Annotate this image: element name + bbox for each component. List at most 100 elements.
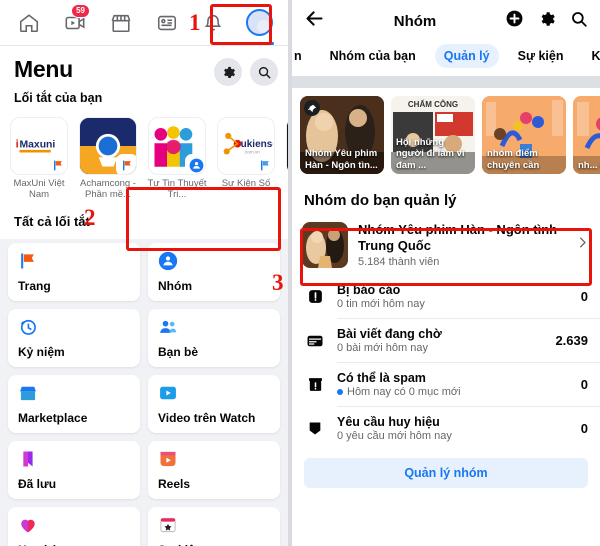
menu-tile-grid: Trang Nhóm Kỷ niệm Bạn bè Marketplace Vi…	[0, 239, 288, 546]
page-title: Nhóm	[393, 12, 437, 30]
nav-home-icon[interactable]	[6, 0, 52, 46]
stat-subtitle: 0 bài mới hôm nay	[337, 342, 544, 354]
tab-nhom-cua-ban[interactable]: Nhóm của bạn	[321, 44, 425, 68]
heart-icon	[21, 519, 35, 533]
stat-row-bai-viet-dang-cho[interactable]: Bài viết đang chờ 0 bài mới hôm nay 2.63…	[292, 319, 600, 362]
shortcut-item[interactable]: Achamcong - Phần mề...	[77, 117, 139, 200]
left-phone-screen: 59 Menu Lối tắt của bạn i Maxuni MaxUni …	[0, 0, 288, 546]
svg-text:Maxuni: Maxuni	[20, 139, 56, 150]
chevron-right-icon[interactable]	[575, 235, 590, 255]
shortcut-thumbnail	[286, 117, 288, 175]
shortcut-label: Cộng đ... Marketi...	[284, 178, 288, 200]
stat-subtitle-text: 0 yêu cầu mới hôm nay	[337, 430, 452, 442]
tile-marketplace[interactable]: Marketplace	[8, 375, 140, 433]
tile-trang[interactable]: Trang	[8, 243, 140, 301]
screenshot-root: 59 Menu Lối tắt của bạn i Maxuni MaxUni …	[0, 0, 600, 546]
group-card-title: Hội những người đi làm vì đam ...	[396, 136, 465, 171]
stat-value: 0	[580, 377, 588, 392]
stat-value: 0	[580, 421, 588, 436]
add-group-icon[interactable]	[505, 9, 524, 33]
video-badge-count: 59	[71, 3, 90, 18]
group-card-title: Nhóm Yêu phim Hàn - Ngôn tìn...	[305, 148, 378, 171]
back-arrow-icon[interactable]	[304, 8, 325, 34]
stat-row-bi-bao-cao[interactable]: Bị báo cáo 0 tin mới hôm nay 0	[292, 275, 600, 318]
section-divider	[292, 76, 600, 88]
group-card[interactable]: Nhóm Yêu phim Hàn - Ngôn tìn...	[300, 96, 384, 174]
clock-icon	[20, 319, 36, 335]
tab-partial[interactable]: n	[294, 44, 311, 68]
stat-subtitle: 0 yêu cầu mới hôm nay	[337, 430, 570, 442]
stat-subtitle-text: 0 bài mới hôm nay	[337, 342, 428, 354]
group-cards-carousel[interactable]: Nhóm Yêu phim Hàn - Ngôn tìn... CHẤM CÔN…	[292, 88, 600, 184]
tab-su-kien[interactable]: Sự kiện	[509, 44, 573, 68]
stat-row-co-the-la-spam[interactable]: Có thể là spam Hôm nay có 0 mục mới 0	[292, 363, 600, 406]
page-flag-badge-icon	[254, 154, 274, 174]
tile-hen-ho[interactable]: Hẹn hò	[8, 507, 140, 546]
shortcuts-list[interactable]: i Maxuni MaxUni Việt Nam Achamcong - Phầ…	[0, 113, 288, 208]
tile-reels[interactable]: Reels	[148, 441, 280, 499]
tile-label: Bạn bè	[158, 345, 199, 359]
stat-subtitle: 0 tin mới hôm nay	[337, 298, 570, 310]
tile-su-kien[interactable]: Sự kiện	[148, 507, 280, 546]
tile-nhom[interactable]: Nhóm	[148, 243, 280, 301]
pin-icon	[304, 100, 320, 116]
shortcut-item[interactable]: i Maxuni MaxUni Việt Nam	[8, 117, 70, 200]
stat-subtitle: Hôm nay có 0 mục mới	[337, 386, 570, 398]
settings-button[interactable]	[214, 58, 242, 86]
shortcut-item[interactable]: Tự Tin Thuyết Tri...	[146, 117, 208, 200]
store-icon	[20, 386, 36, 401]
bookmark-icon	[23, 451, 33, 467]
flag-icon	[21, 253, 34, 269]
managed-group-row[interactable]: Nhóm Yêu phim Hàn - Ngôn tình Trung Quốc…	[292, 215, 600, 275]
group-card[interactable]: nhóm điểm chuyên cần	[482, 96, 566, 174]
nav-news-icon[interactable]	[144, 0, 190, 46]
tab-kham-pha[interactable]: Khám p	[582, 44, 600, 68]
group-card[interactable]: nh... ch...	[573, 96, 600, 174]
badge-request-icon	[304, 420, 326, 437]
tile-ban-be[interactable]: Bạn bè	[148, 309, 280, 367]
stat-text: Bài viết đang chờ 0 bài mới hôm nay	[337, 327, 544, 354]
shortcut-item[interactable]: Cộng đ... Marketi...	[284, 117, 288, 200]
tile-da-luu[interactable]: Đã lưu	[8, 441, 140, 499]
managed-group-info: Nhóm Yêu phim Hàn - Ngôn tình Trung Quốc…	[358, 222, 565, 268]
stat-text: Bị báo cáo 0 tin mới hôm nay	[337, 283, 570, 310]
search-button[interactable]	[250, 58, 278, 86]
stat-subtitle-text: Hôm nay có 0 mục mới	[347, 386, 461, 398]
page-flag-badge-icon	[47, 154, 67, 174]
tile-label: Trang	[18, 279, 51, 293]
nav-marketplace-icon[interactable]	[98, 0, 144, 46]
shortcuts-subtitle: Lối tắt của bạn	[14, 91, 103, 105]
search-icon[interactable]	[570, 10, 588, 33]
group-member-count: 5.184 thành viên	[358, 256, 440, 268]
tile-ky-niem[interactable]: Kỷ niệm	[8, 309, 140, 367]
reels-icon	[160, 451, 176, 467]
gear-icon[interactable]	[538, 10, 556, 33]
svg-text:ukienso: ukienso	[241, 139, 273, 150]
facebook-top-navbar: 59	[0, 0, 288, 46]
tile-label: Reels	[158, 477, 191, 491]
stat-row-yeu-cau-huy-hieu[interactable]: Yêu cầu huy hiệu 0 yêu cầu mới hôm nay 0	[292, 407, 600, 450]
nav-video-icon[interactable]: 59	[52, 0, 98, 46]
menu-header-buttons	[214, 58, 278, 86]
tile-video-watch[interactable]: Video trên Watch	[148, 375, 280, 433]
tile-label: Nhóm	[158, 279, 192, 293]
group-card[interactable]: CHẤM CÔNG Hội những người đi làm vì đam …	[391, 96, 475, 174]
shortcut-item[interactable]: ukienso .com.vn Sự Kiện Số	[215, 117, 277, 200]
stat-text: Có thể là spam Hôm nay có 0 mục mới	[337, 371, 570, 398]
stat-title: Yêu cầu huy hiệu	[337, 415, 440, 429]
managed-group-panel: Nhóm Yêu phim Hàn - Ngôn tình Trung Quốc…	[292, 215, 600, 488]
nav-profile-avatar-icon[interactable]	[236, 0, 282, 46]
annotation-number-2: 2	[84, 205, 96, 230]
calendar-star-icon	[160, 517, 176, 533]
manage-group-button[interactable]: Quản lý nhóm	[304, 458, 588, 488]
group-name: Nhóm Yêu phim Hàn - Ngôn tình Trung Quốc	[358, 222, 558, 253]
shortcut-label: MaxUni Việt Nam	[13, 178, 65, 200]
all-shortcuts-title: Tất cả lối tắt	[0, 208, 288, 239]
shortcut-label: Sự Kiện Số	[221, 178, 271, 189]
tab-quan-ly[interactable]: Quản lý	[434, 44, 499, 68]
stat-title: Bài viết đang chờ	[337, 327, 442, 341]
avatar	[245, 9, 273, 36]
tile-label: Marketplace	[18, 411, 88, 425]
tile-label: Đã lưu	[18, 477, 57, 491]
group-card-title: nh... ch...	[578, 159, 600, 171]
